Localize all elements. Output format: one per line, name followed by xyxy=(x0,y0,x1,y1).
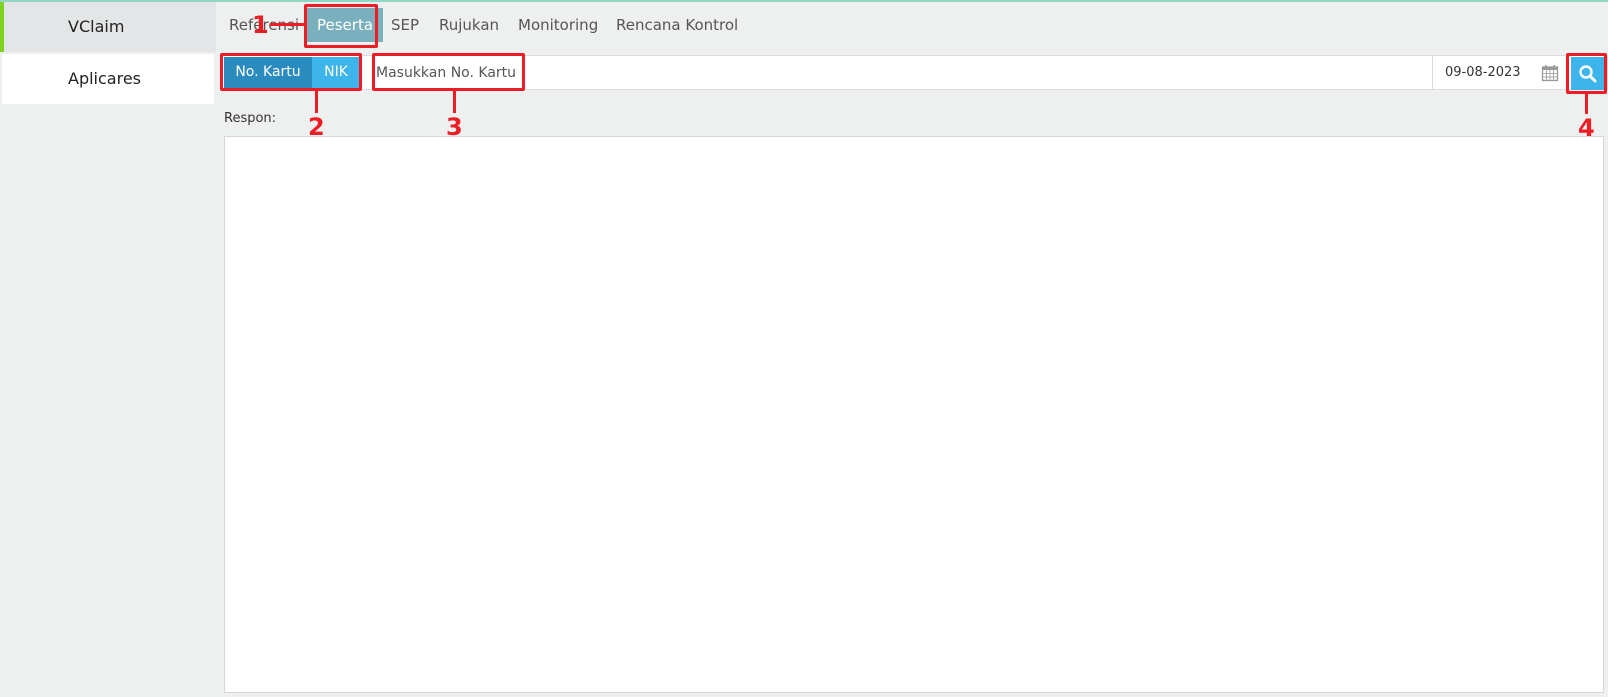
no-kartu-input[interactable] xyxy=(368,57,1432,88)
annotation-line-4 xyxy=(1585,94,1588,114)
annotation-box-3 xyxy=(372,53,525,91)
top-accent-line xyxy=(0,0,1608,2)
annotation-box-1 xyxy=(304,4,378,48)
tab-sep[interactable]: SEP xyxy=(391,10,419,40)
calendar-icon[interactable] xyxy=(1541,64,1559,82)
annotation-number-4: 4 xyxy=(1578,114,1595,142)
annotation-box-2 xyxy=(220,53,362,91)
respon-label: Respon: xyxy=(224,111,277,126)
sidebar: VClaim Aplicares xyxy=(0,2,216,697)
respon-textarea[interactable] xyxy=(224,136,1604,693)
annotation-line-2 xyxy=(315,91,318,113)
sidebar-item-label: Aplicares xyxy=(68,69,141,88)
tab-rencana-kontrol[interactable]: Rencana Kontrol xyxy=(616,10,738,40)
annotation-number-1: 1 xyxy=(252,11,269,39)
date-picker[interactable] xyxy=(1432,56,1568,89)
annotation-number-2: 2 xyxy=(308,113,325,141)
tab-rujukan[interactable]: Rujukan xyxy=(439,10,499,40)
annotation-number-3: 3 xyxy=(446,113,463,141)
sidebar-item-vclaim[interactable]: VClaim xyxy=(0,2,216,52)
annotation-line-3 xyxy=(453,91,456,113)
annotation-line-1 xyxy=(270,23,304,26)
sidebar-item-label: VClaim xyxy=(68,17,125,36)
sidebar-item-aplicares[interactable]: Aplicares xyxy=(2,54,214,104)
annotation-box-4 xyxy=(1566,53,1607,94)
date-input[interactable] xyxy=(1445,56,1535,89)
tab-monitoring[interactable]: Monitoring xyxy=(518,10,598,40)
